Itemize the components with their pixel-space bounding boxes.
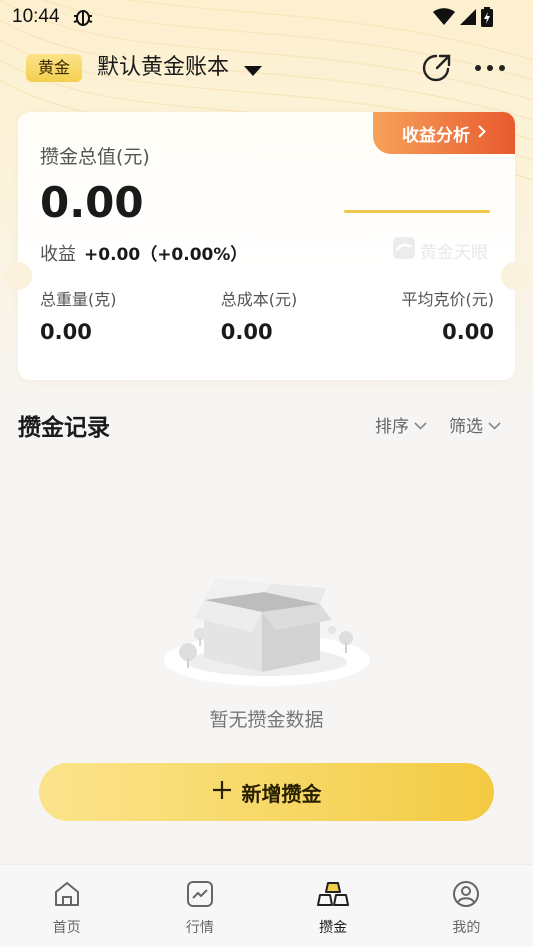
tab-home[interactable]: 首页	[0, 865, 133, 947]
chevron-down-icon	[488, 415, 501, 435]
filter-button[interactable]: 筛选	[449, 412, 501, 437]
home-icon	[52, 879, 82, 913]
stat-label: 总成本(元)	[220, 290, 298, 309]
watermark-logo: 黄金天眼	[392, 236, 488, 265]
status-time: 10:44	[12, 6, 60, 27]
plus-icon	[212, 780, 232, 805]
share-export-icon[interactable]	[421, 52, 453, 84]
stat-average-price: 平均克价(元) 0.00	[402, 286, 495, 344]
book-type-badge: 黄金	[26, 54, 83, 82]
cellular-signal-icon	[459, 8, 477, 30]
profile-icon	[451, 879, 481, 913]
add-gold-saving-button[interactable]: 新增攒金	[39, 763, 494, 821]
caret-down-icon[interactable]	[244, 62, 262, 81]
wifi-icon	[433, 8, 455, 30]
more-options-icon[interactable]	[474, 58, 506, 78]
stat-label: 总重量(克)	[40, 290, 117, 309]
debug-bug-icon	[72, 6, 94, 32]
battery-icon	[481, 7, 493, 31]
tab-gold-saving[interactable]: 攒金	[267, 865, 400, 947]
profit-row: 收益 +0.00（+0.00%）	[40, 240, 247, 266]
profit-label: 收益	[40, 244, 76, 265]
sort-button[interactable]: 排序	[375, 412, 427, 437]
watermark-logo-icon	[392, 236, 416, 265]
market-chart-icon	[185, 879, 215, 913]
gold-bars-icon	[317, 879, 350, 913]
stat-value: 0.00	[442, 320, 494, 344]
sort-label: 排序	[375, 417, 409, 437]
total-value-label: 攒金总值(元)	[40, 146, 150, 168]
card-notch-right	[501, 262, 529, 290]
trend-sparkline	[344, 210, 490, 213]
summary-card: 收益分析 攒金总值(元) 0.00 黄金天眼 收益 +0.00（+0.00%） …	[4, 112, 529, 380]
chevron-right-icon	[478, 123, 486, 143]
watermark-text: 黄金天眼	[420, 243, 488, 263]
app-header: 黄金 默认黄金账本	[0, 48, 533, 88]
tab-label: 我的	[452, 920, 481, 936]
tab-profile[interactable]: 我的	[400, 865, 533, 947]
bottom-tab-bar: 首页 行情 攒金 我的	[0, 864, 533, 947]
tab-market[interactable]: 行情	[133, 865, 266, 947]
stat-value: 0.00	[40, 320, 92, 344]
stat-total-cost: 总成本(元) 0.00	[221, 286, 298, 344]
empty-box-illustration	[160, 560, 374, 690]
profit-analysis-button[interactable]: 收益分析	[373, 112, 515, 154]
records-title: 攒金记录	[18, 415, 110, 441]
chevron-down-icon	[414, 415, 427, 435]
tab-label: 行情	[185, 920, 214, 936]
total-value: 0.00	[40, 178, 144, 227]
profit-value: +0.00（+0.00%）	[84, 245, 248, 265]
stat-total-weight: 总重量(克) 0.00	[40, 286, 117, 344]
status-icons	[433, 7, 493, 31]
card-notch-left	[4, 262, 32, 290]
tab-label: 攒金	[319, 920, 348, 936]
stats-row: 总重量(克) 0.00 总成本(元) 0.00 平均克价(元) 0.00	[40, 286, 494, 344]
empty-state-text: 暂无攒金数据	[209, 709, 324, 731]
stat-value: 0.00	[220, 320, 273, 344]
tab-label: 首页	[52, 920, 81, 936]
add-button-label: 新增攒金	[241, 781, 322, 806]
profit-analysis-label: 收益分析	[402, 125, 470, 146]
stat-label: 平均克价(元)	[401, 290, 495, 309]
book-selector[interactable]: 默认黄金账本	[97, 54, 229, 82]
filter-label: 筛选	[449, 417, 483, 437]
status-bar: 10:44	[0, 0, 533, 36]
